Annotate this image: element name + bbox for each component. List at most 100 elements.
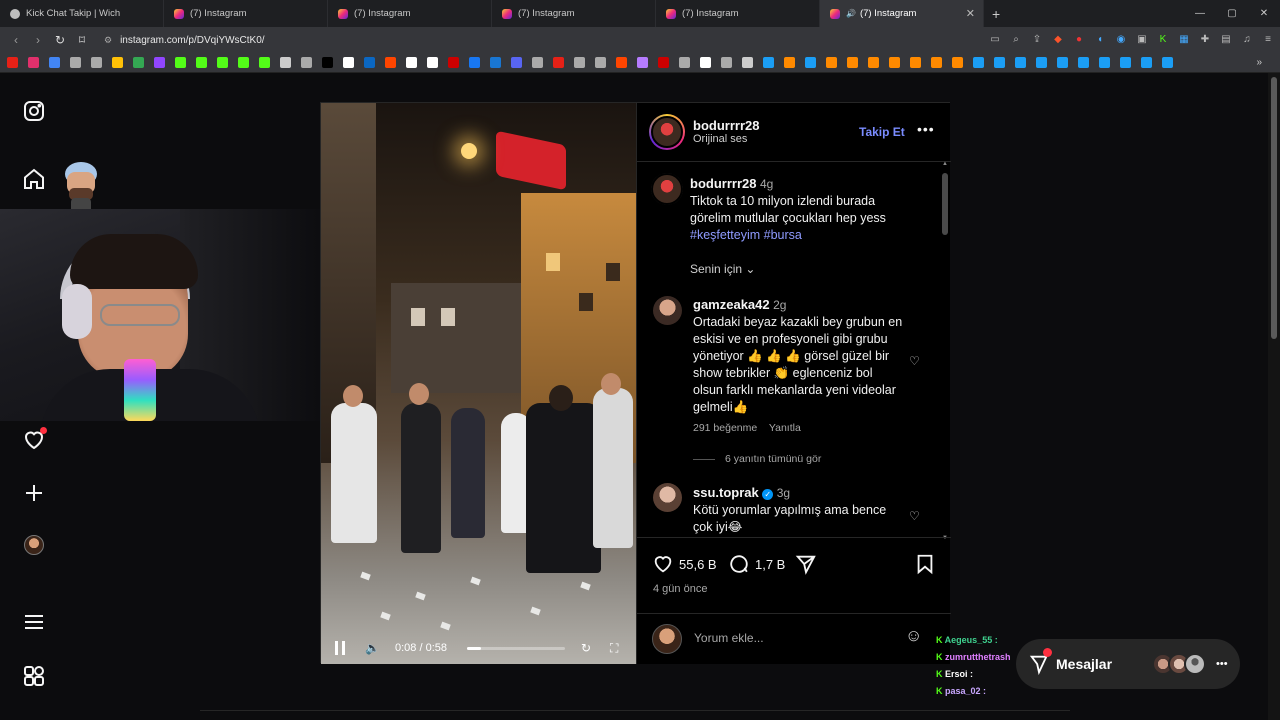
bookmark-icon[interactable] — [700, 57, 711, 68]
pause-button[interactable] — [335, 641, 345, 655]
bookmark-icon[interactable] — [49, 57, 60, 68]
bookmark-icon[interactable] — [931, 57, 942, 68]
view-replies[interactable]: 6 yanıtın tümünü gör — [693, 453, 821, 465]
bookmark-icon[interactable] — [322, 57, 333, 68]
comment-username[interactable]: gamzeaka42 — [693, 297, 770, 312]
extension-icon[interactable]: ▦ — [1176, 30, 1192, 48]
home-icon[interactable] — [20, 165, 48, 193]
like-comment-icon[interactable]: ♡ — [909, 509, 920, 523]
comment-filter[interactable]: Senin için ⌄ — [690, 262, 755, 276]
commenter-avatar[interactable] — [653, 296, 682, 325]
bookmark-icon[interactable] — [553, 57, 564, 68]
menu-icon[interactable]: ≡ — [1260, 30, 1276, 48]
more-menu-icon[interactable] — [20, 608, 48, 636]
bookmark-icon[interactable] — [28, 57, 39, 68]
bookmark-icon[interactable] — [868, 57, 879, 68]
loop-icon[interactable]: ↻ — [581, 641, 591, 655]
caption-avatar[interactable] — [651, 173, 683, 205]
bookmark-icon[interactable] — [448, 57, 459, 68]
bookmark-icon[interactable] — [1015, 57, 1026, 68]
reload-icon[interactable]: ↻ — [50, 30, 70, 50]
new-tab-button[interactable]: + — [992, 6, 1000, 22]
close-tab-icon[interactable]: ✕ — [966, 7, 975, 20]
extension-icon[interactable]: ◉ — [1113, 30, 1129, 48]
bookmark-icon[interactable] — [112, 57, 123, 68]
browser-tab[interactable]: (7) Instagram — [328, 0, 492, 27]
bookmark-icon[interactable] — [490, 57, 501, 68]
bookmark-icon[interactable] — [1036, 57, 1047, 68]
fullscreen-icon[interactable]: ⛶ — [610, 641, 618, 656]
bookmark-icon[interactable] — [532, 57, 543, 68]
scroll-thumb[interactable] — [942, 173, 948, 235]
reply-link[interactable]: Yanıtla — [769, 422, 801, 434]
bookmark-icon[interactable] — [826, 57, 837, 68]
bookmark-icon[interactable] — [721, 57, 732, 68]
bookmark-icon[interactable] — [175, 57, 186, 68]
maximize-icon[interactable]: ▢ — [1216, 0, 1248, 27]
author-avatar[interactable] — [649, 114, 685, 150]
bookmark-icon[interactable] — [742, 57, 753, 68]
browser-tab[interactable]: Kick Chat Takip | Wich — [0, 0, 164, 27]
bookmark-icon[interactable] — [805, 57, 816, 68]
comments-scrollbar[interactable]: ▲ ▼ — [942, 161, 948, 541]
bookmark-icon[interactable] — [910, 57, 921, 68]
bookmark-icon[interactable] — [217, 57, 228, 68]
bookmark-icon[interactable] — [658, 57, 669, 68]
save-button[interactable] — [914, 553, 941, 575]
bookmark-icon[interactable] — [301, 57, 312, 68]
bookmark-page-icon[interactable]: ⌑ — [72, 30, 92, 50]
create-plus-icon[interactable] — [20, 479, 48, 507]
messages-bar[interactable]: Mesajlar ••• — [1016, 639, 1240, 689]
bookmark-icon[interactable] — [574, 57, 585, 68]
more-options-icon[interactable]: ••• — [917, 121, 935, 137]
bookmark-icon[interactable] — [259, 57, 270, 68]
like-button[interactable]: 55,6 B — [652, 553, 717, 575]
bookmark-icon[interactable] — [595, 57, 606, 68]
bookmark-icon[interactable] — [847, 57, 858, 68]
current-user-avatar[interactable] — [652, 624, 682, 654]
comment-button[interactable]: 1,7 B — [728, 553, 785, 575]
share-button[interactable] — [795, 553, 822, 575]
comment-input[interactable]: Yorum ekle... — [694, 631, 764, 645]
bookmark-icon[interactable] — [469, 57, 480, 68]
bookmarks-overflow-icon[interactable]: » — [1256, 57, 1262, 68]
bookmark-icon[interactable] — [406, 57, 417, 68]
comment-likes[interactable]: 291 beğenme — [693, 422, 757, 434]
page-scroll-thumb[interactable] — [1271, 77, 1277, 339]
bookmark-icon[interactable] — [238, 57, 249, 68]
emoji-icon[interactable]: ☺ — [905, 626, 922, 646]
bookmark-icon[interactable] — [427, 57, 438, 68]
bookmark-icon[interactable] — [364, 57, 375, 68]
brave-shield-icon[interactable]: ◆ — [1050, 30, 1066, 48]
extension-icon[interactable]: ▣ — [1134, 30, 1150, 48]
browser-tab[interactable]: (7) Instagram — [492, 0, 656, 27]
site-info-icon[interactable]: ⚙ — [104, 35, 112, 46]
bookmark-icon[interactable] — [1099, 57, 1110, 68]
bookmark-icon[interactable] — [973, 57, 984, 68]
bookmark-icon[interactable] — [385, 57, 396, 68]
page-scrollbar[interactable] — [1268, 73, 1280, 720]
bookmark-icon[interactable] — [1162, 57, 1173, 68]
bookmark-icon[interactable] — [343, 57, 354, 68]
zoom-icon[interactable]: ⌕ — [1008, 30, 1024, 48]
bookmark-icon[interactable] — [1078, 57, 1089, 68]
extension-icon[interactable]: K — [1155, 30, 1171, 48]
bookmark-icon[interactable] — [1057, 57, 1068, 68]
audio-playing-icon[interactable]: 🔊 — [846, 9, 856, 18]
bookmark-icon[interactable] — [1141, 57, 1152, 68]
profile-avatar-button[interactable] — [20, 531, 48, 559]
bookmark-icon[interactable] — [196, 57, 207, 68]
url-field[interactable]: ⚙ instagram.com/p/DVqiYWsCtK0/ — [104, 35, 265, 46]
bookmark-icon[interactable] — [7, 57, 18, 68]
bookmark-icon[interactable] — [763, 57, 774, 68]
browser-tab[interactable]: (7) Instagram — [656, 0, 820, 27]
commenter-avatar[interactable] — [653, 483, 682, 512]
extensions-puzzle-icon[interactable]: ✚ — [1197, 30, 1213, 48]
volume-icon[interactable]: 🔈 — [365, 641, 380, 655]
minimize-icon[interactable]: — — [1184, 0, 1216, 27]
back-icon[interactable]: ‹ — [6, 30, 26, 50]
bookmark-icon[interactable] — [133, 57, 144, 68]
bookmark-icon[interactable] — [994, 57, 1005, 68]
sidebar-icon[interactable]: ▤ — [1218, 30, 1234, 48]
caption-username[interactable]: bodurrrr28 — [690, 176, 756, 191]
